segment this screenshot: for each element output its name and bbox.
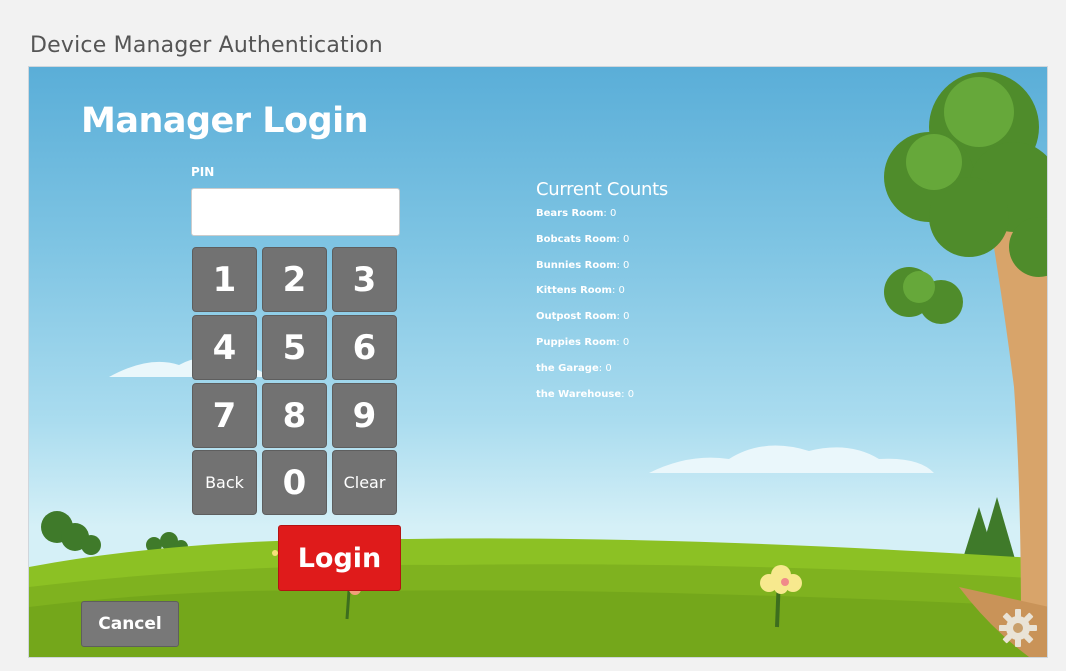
room-name: Kittens Room [536,285,612,297]
gear-icon[interactable] [997,607,1039,649]
key-4[interactable]: 4 [192,315,257,380]
room-count: 0 [605,362,612,374]
room-count: 0 [627,388,635,400]
key-0[interactable]: 0 [262,450,327,515]
count-row: Bobcats Room: 0 [536,233,668,259]
count-row: Puppies Room: 0 [536,336,668,362]
login-button[interactable]: Login [278,525,401,591]
room-count: 0 [609,208,617,219]
pin-label: PIN [191,165,215,179]
room-count: 0 [618,285,625,297]
key-3[interactable]: 3 [332,247,397,312]
page-title: Manager Login [81,101,369,141]
count-row: the Warehouse: 0 [536,388,668,414]
room-name: the Garage [536,362,599,374]
counts-title: Current Counts [536,179,668,200]
room-count: 0 [622,336,630,348]
count-row: Bunnies Room: 0 [536,259,668,285]
key-1[interactable]: 1 [192,247,257,312]
room-name: Bobcats Room [536,233,617,245]
count-row: the Garage: 0 [536,362,668,388]
count-row: Outpost Room: 0 [536,310,668,336]
key-2[interactable]: 2 [262,247,327,312]
current-counts-panel: Current Counts Bears Room: 0 Bobcats Roo… [536,179,668,413]
pin-input[interactable] [191,188,400,236]
room-name: Outpost Room [536,311,617,323]
room-name: Bears Room [536,208,604,219]
room-count: 0 [622,233,630,245]
kiosk-screen: Manager Login PIN 1 2 3 4 5 6 7 8 9 Back… [28,66,1048,658]
count-row: Bears Room: 0 [536,207,668,233]
key-7[interactable]: 7 [192,383,257,448]
room-name: Bunnies Room [536,259,617,271]
room-name: Puppies Room [536,336,617,348]
room-count: 0 [623,259,630,271]
key-5[interactable]: 5 [262,315,327,380]
cancel-button[interactable]: Cancel [81,601,179,647]
key-back[interactable]: Back [192,450,257,515]
count-row: Kittens Room: 0 [536,284,668,310]
key-clear[interactable]: Clear [332,450,397,515]
key-9[interactable]: 9 [332,383,397,448]
room-count: 0 [623,311,630,323]
room-name: the Warehouse [536,388,622,400]
key-8[interactable]: 8 [262,383,327,448]
page-caption: Device Manager Authentication [30,33,383,58]
key-6[interactable]: 6 [332,315,397,380]
